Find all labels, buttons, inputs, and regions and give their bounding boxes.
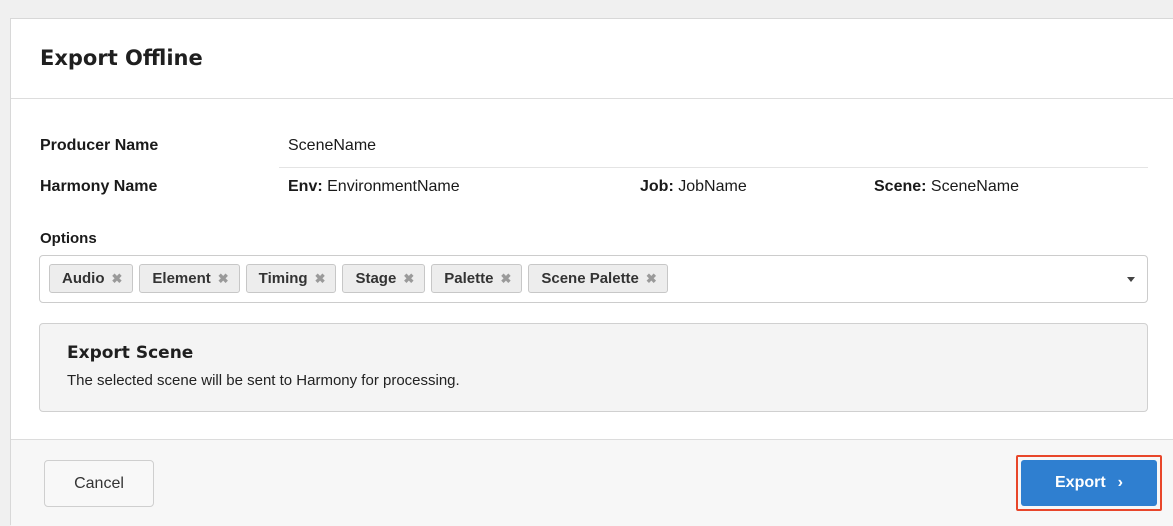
dialog-header: Export Offline xyxy=(11,19,1173,99)
option-tag: Element ✖ xyxy=(139,264,240,293)
producer-name-label: Producer Name xyxy=(40,137,159,154)
scene-field: Scene: SceneName xyxy=(874,178,1019,196)
job-field: Job: JobName xyxy=(640,178,747,196)
export-offline-dialog: Export Offline Producer Name SceneName H… xyxy=(10,18,1173,526)
remove-tag-icon[interactable]: ✖ xyxy=(315,271,326,287)
option-tag-label: Audio xyxy=(62,270,105,287)
scene-value: SceneName xyxy=(930,178,1019,195)
option-tag: Palette ✖ xyxy=(431,264,523,293)
env-field: Env: EnvironmentName xyxy=(288,178,460,196)
option-tag-label: Stage xyxy=(355,270,397,287)
export-button-highlight: Export › xyxy=(1016,455,1162,511)
dialog-title: Export Offline xyxy=(40,45,203,70)
info-text: The selected scene will be sent to Harmo… xyxy=(67,372,460,389)
info-title: Export Scene xyxy=(67,343,194,363)
job-value: JobName xyxy=(678,178,747,195)
options-multiselect[interactable]: Audio ✖ Element ✖ Timing ✖ Stage ✖ Palette ✖ … xyxy=(39,255,1148,303)
remove-tag-icon[interactable]: ✖ xyxy=(500,271,511,287)
remove-tag-icon[interactable]: ✖ xyxy=(218,271,229,287)
export-button[interactable]: Export › xyxy=(1021,460,1157,506)
env-key: Env: xyxy=(288,178,323,195)
scene-key: Scene: xyxy=(874,178,927,195)
harmony-name-label: Harmony Name xyxy=(40,178,158,195)
cancel-button[interactable]: Cancel xyxy=(44,460,154,507)
option-tag: Audio ✖ xyxy=(49,264,134,293)
options-tag-list: Audio ✖ Element ✖ Timing ✖ Stage ✖ Palette ✖ … xyxy=(49,264,668,293)
remove-tag-icon[interactable]: ✖ xyxy=(403,271,414,287)
dialog-footer: Cancel Export › xyxy=(11,439,1173,526)
option-tag-label: Timing xyxy=(258,270,308,287)
option-tag-label: Scene Palette xyxy=(541,270,639,287)
option-tag: Scene Palette ✖ xyxy=(528,264,668,293)
export-button-label: Export xyxy=(1055,474,1106,491)
option-tag: Stage ✖ xyxy=(342,264,426,293)
chevron-right-icon: › xyxy=(1117,474,1123,491)
export-scene-info-panel: Export Scene The selected scene will be … xyxy=(39,323,1148,412)
env-value: EnvironmentName xyxy=(327,178,460,195)
producer-name-value: SceneName xyxy=(288,137,377,154)
remove-tag-icon[interactable]: ✖ xyxy=(646,271,657,287)
option-tag: Timing ✖ xyxy=(245,264,337,293)
job-key: Job: xyxy=(640,178,674,195)
option-tag-label: Element xyxy=(152,270,211,287)
remove-tag-icon[interactable]: ✖ xyxy=(112,271,123,287)
options-label: Options xyxy=(40,230,97,247)
option-tag-label: Palette xyxy=(444,270,494,287)
field-divider xyxy=(279,167,1148,168)
caret-down-icon[interactable] xyxy=(1127,277,1135,282)
